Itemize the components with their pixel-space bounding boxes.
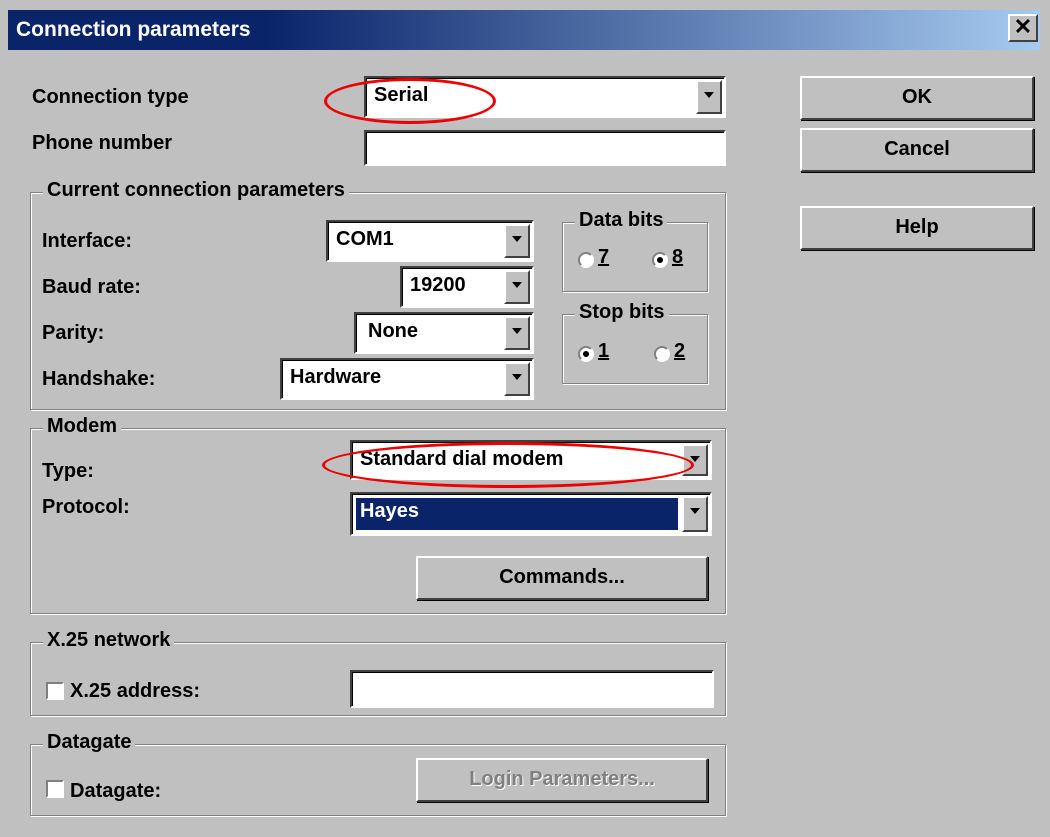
modem-type-select[interactable]: Standard dial modem: [350, 440, 712, 480]
connection-type-label: Connection type: [32, 86, 189, 108]
help-button[interactable]: Help: [800, 206, 1034, 250]
title-bar: Connection parameters ✕: [8, 10, 1040, 50]
stop-bits-2-radio[interactable]: [654, 346, 670, 362]
interface-value: COM1: [336, 228, 394, 250]
parity-select[interactable]: None: [354, 312, 534, 354]
login-parameters-button: Login Parameters...: [416, 758, 708, 802]
baud-rate-select[interactable]: 19200: [400, 266, 534, 308]
connection-type-select[interactable]: Serial: [364, 76, 726, 118]
datagate-legend: Datagate: [43, 731, 136, 754]
x25-address-input[interactable]: [350, 670, 714, 708]
modem-legend: Modem: [43, 415, 121, 438]
window-title: Connection parameters: [16, 18, 251, 41]
datagate-checkbox[interactable]: [46, 780, 64, 798]
chevron-down-icon[interactable]: [504, 224, 530, 258]
stop-bits-2-label: 2: [674, 340, 686, 362]
parity-label: Parity:: [42, 322, 105, 344]
data-bits-7-label: 7: [598, 246, 610, 268]
chevron-down-icon[interactable]: [504, 270, 530, 304]
chevron-down-icon[interactable]: [696, 80, 722, 114]
chevron-down-icon[interactable]: [504, 362, 530, 396]
stop-bits-1-radio[interactable]: [578, 346, 594, 362]
parity-value: None: [368, 320, 418, 342]
protocol-select[interactable]: Hayes: [350, 492, 712, 536]
modem-type-value: Standard dial modem: [360, 448, 564, 470]
modem-type-label: Type:: [42, 460, 94, 482]
handshake-value: Hardware: [290, 366, 382, 388]
x25-address-label: X.25 address:: [70, 680, 201, 702]
datagate-label: Datagate:: [70, 780, 162, 802]
current-connection-legend: Current connection parameters: [43, 179, 349, 202]
interface-label: Interface:: [42, 230, 133, 252]
connection-parameters-dialog: Connection parameters ✕ Connection type …: [0, 0, 1050, 837]
baud-rate-label: Baud rate:: [42, 276, 141, 298]
cancel-button[interactable]: Cancel: [800, 128, 1034, 172]
data-bits-legend: Data bits: [575, 209, 668, 232]
baud-rate-value: 19200: [410, 274, 466, 296]
phone-number-label: Phone number: [32, 132, 173, 154]
commands-button[interactable]: Commands...: [416, 556, 708, 600]
handshake-select[interactable]: Hardware: [280, 358, 534, 400]
stop-bits-1-label: 1: [598, 340, 610, 362]
chevron-down-icon[interactable]: [682, 444, 708, 476]
interface-select[interactable]: COM1: [326, 220, 534, 262]
stop-bits-legend: Stop bits: [575, 301, 669, 324]
data-bits-7-radio[interactable]: [578, 252, 594, 268]
protocol-value: Hayes: [356, 498, 678, 530]
x25-address-checkbox[interactable]: [46, 682, 64, 700]
data-bits-8-label: 8: [672, 246, 684, 268]
chevron-down-icon[interactable]: [682, 496, 708, 532]
chevron-down-icon[interactable]: [504, 316, 530, 350]
connection-type-value: Serial: [374, 84, 429, 106]
handshake-label: Handshake:: [42, 368, 156, 390]
close-button[interactable]: ✕: [1008, 14, 1038, 42]
protocol-label: Protocol:: [42, 496, 130, 518]
x25-network-legend: X.25 network: [43, 629, 175, 652]
ok-button[interactable]: OK: [800, 76, 1034, 120]
close-icon: ✕: [1013, 14, 1033, 39]
data-bits-8-radio[interactable]: [652, 252, 668, 268]
phone-number-input[interactable]: [364, 130, 726, 166]
